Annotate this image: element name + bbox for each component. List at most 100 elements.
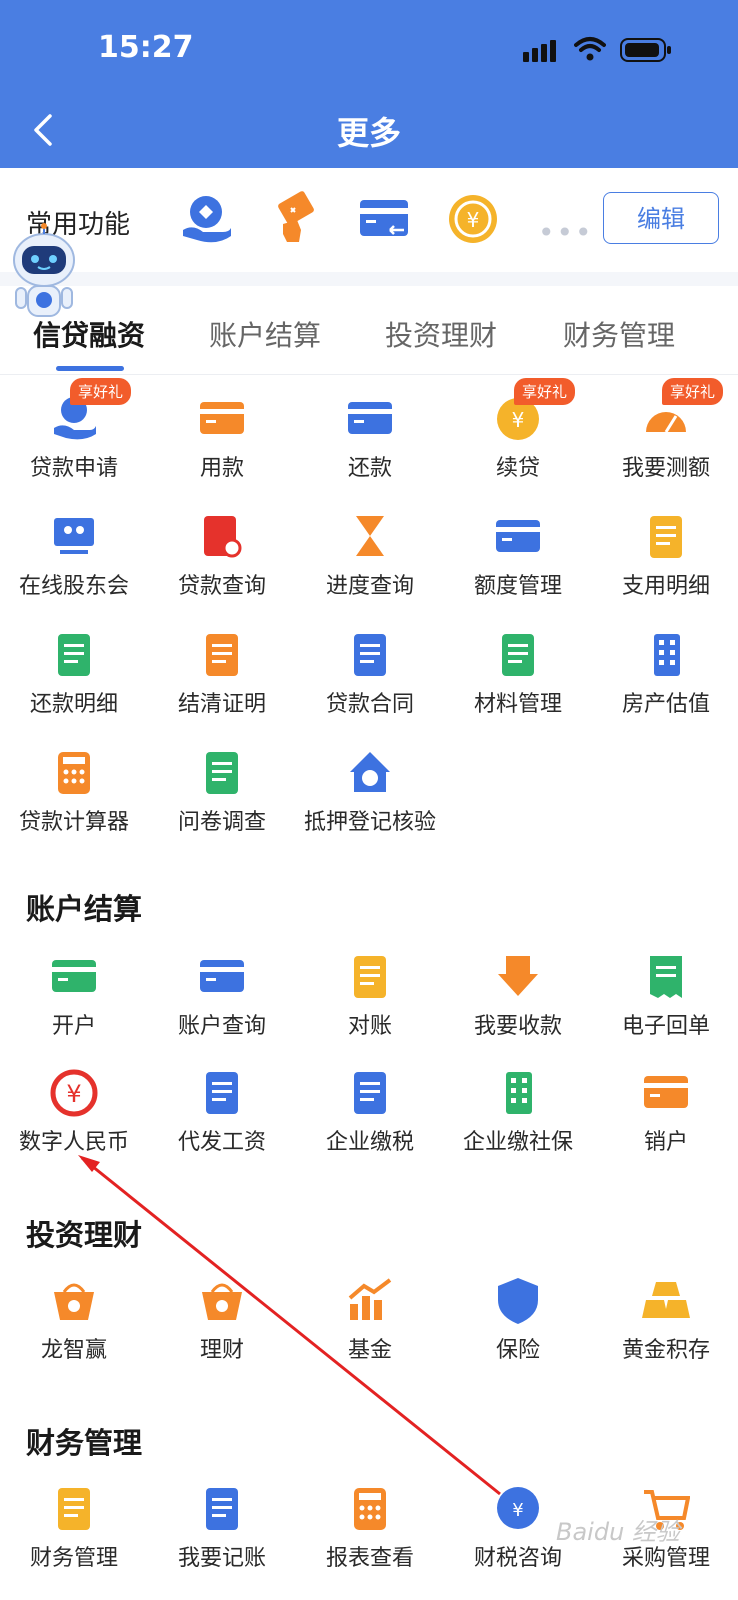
grid-item[interactable]: 开户: [0, 952, 148, 1062]
svg-text:¥: ¥: [512, 1500, 523, 1521]
grid-item[interactable]: 问卷调查: [148, 748, 296, 858]
more-dots: •••: [538, 216, 594, 249]
grid-item-label: 电子回单: [621, 1014, 710, 1039]
grid-item[interactable]: 财务管理: [0, 1484, 148, 1594]
grid-item[interactable]: 企业缴社保: [444, 1068, 592, 1178]
payroll-icon: [198, 1068, 246, 1118]
reconcile-icon: [346, 952, 394, 1002]
wealth-bag-icon: [198, 1276, 246, 1326]
grid-item[interactable]: 我要收款: [444, 952, 592, 1062]
grid-item[interactable]: 贷款查询: [148, 512, 296, 622]
tab-finance[interactable]: 财务管理: [544, 314, 694, 354]
svg-text:¥: ¥: [66, 1080, 81, 1108]
grid-item[interactable]: 我要测额 享好礼: [592, 378, 738, 504]
grid-item-label: 开户: [51, 1014, 96, 1039]
grid-item-label: 我要测额: [621, 456, 710, 481]
grid-item-label: 还款明细: [29, 692, 118, 717]
grid-item-label: 对账: [347, 1014, 392, 1039]
grid-item[interactable]: 我要记账: [148, 1484, 296, 1594]
svg-text:¥: ¥: [467, 208, 480, 232]
gift-badge: 享好礼: [514, 378, 576, 405]
grid-item[interactable]: 电子回单: [592, 952, 738, 1062]
grid-item[interactable]: 企业缴税: [296, 1068, 444, 1178]
battery-icon: [620, 38, 671, 62]
renew-loan-icon[interactable]: ¥: [444, 190, 502, 248]
grid-item[interactable]: 保险: [444, 1276, 592, 1386]
grid-item[interactable]: 用款: [148, 394, 296, 504]
grid-item[interactable]: 代发工资: [148, 1068, 296, 1178]
grid-item[interactable]: 贷款申请 享好礼: [0, 378, 148, 504]
grid-item-label: 材料管理: [473, 692, 562, 717]
divider: [0, 272, 738, 286]
usage-doc-icon: [642, 512, 690, 562]
meeting-screen-icon: [50, 512, 98, 562]
grid-item[interactable]: 龙智赢: [0, 1276, 148, 1386]
tab-invest[interactable]: 投资理财: [366, 314, 516, 354]
section-title-invest: 投资理财: [26, 1218, 143, 1252]
grid-item[interactable]: 还款: [296, 394, 444, 504]
grid-item[interactable]: 销户: [592, 1068, 738, 1178]
status-time: 15:27: [98, 30, 194, 65]
hourglass-icon: [346, 512, 394, 562]
calculator-icon: [50, 748, 98, 798]
quota-card-icon: [494, 512, 542, 562]
digital-rmb-icon: ¥: [50, 1068, 98, 1118]
grid-item-label: 房产估值: [621, 692, 710, 717]
building-icon: [642, 630, 690, 680]
grid-item-label: 进度查询: [325, 574, 414, 599]
wallet-search-icon: [198, 952, 246, 1002]
grid-item[interactable]: 基金: [296, 1276, 444, 1386]
grid-item[interactable]: 支用明细: [592, 512, 738, 622]
grid-item-label: 用款: [199, 456, 244, 481]
report-icon: [346, 1484, 394, 1534]
bookkeeping-icon: [198, 1484, 246, 1534]
grid-item[interactable]: 材料管理: [444, 630, 592, 740]
grid-item[interactable]: 理财: [148, 1276, 296, 1386]
grid-item[interactable]: ¥ 数字人民币: [0, 1068, 148, 1178]
loan-apply-icon[interactable]: [177, 190, 235, 248]
finance-doc-icon: [50, 1484, 98, 1534]
grid-item[interactable]: 贷款合同: [296, 630, 444, 740]
grid-item-label: 支用明细: [621, 574, 710, 599]
grid-item[interactable]: 抵押登记核验: [296, 748, 444, 858]
grid-item[interactable]: 账户查询: [148, 952, 296, 1062]
grid-item-label: 黄金积存: [621, 1338, 710, 1363]
section-title-finance: 财务管理: [26, 1426, 143, 1460]
grid-item[interactable]: 进度查询: [296, 512, 444, 622]
grid-item[interactable]: 房产估值: [592, 630, 738, 740]
use-funds-icon[interactable]: [267, 190, 325, 248]
edit-button[interactable]: 编辑: [603, 192, 719, 244]
grid-item-label: 龙智赢: [40, 1338, 107, 1363]
grid-item-label: 在线股东会: [18, 574, 129, 599]
grid-item[interactable]: 黄金积存: [592, 1276, 738, 1386]
grid-item-label: 贷款申请: [29, 456, 118, 481]
grid-item-label: 贷款查询: [177, 574, 266, 599]
category-tabs: 信贷融资 账户结算 投资理财 财务管理: [0, 286, 738, 375]
tab-account[interactable]: 账户结算: [190, 314, 340, 354]
mortgage-house-icon: [346, 748, 394, 798]
grid-item-label: 我要收款: [473, 1014, 562, 1039]
grid-item[interactable]: 结清证明: [148, 630, 296, 740]
grid-item[interactable]: 额度管理: [444, 512, 592, 622]
page-title: 更多: [336, 114, 401, 152]
grid-item-label: 数字人民币: [18, 1130, 129, 1155]
survey-icon: [198, 748, 246, 798]
robot-assistant-icon[interactable]: [6, 222, 82, 326]
grid-item-label: 销户: [643, 1130, 688, 1155]
app-header: 15:27 更多: [0, 0, 738, 168]
grid-item-label: 代发工资: [177, 1130, 266, 1155]
grid-item[interactable]: 报表查看: [296, 1484, 444, 1594]
grid-item[interactable]: 还款明细: [0, 630, 148, 740]
grid-item[interactable]: 贷款计算器: [0, 748, 148, 858]
watermark: Baidu 经验: [556, 1518, 680, 1546]
repay-card-icon[interactable]: [356, 190, 414, 248]
repay-doc-icon: [50, 630, 98, 680]
grid-item[interactable]: 在线股东会: [0, 512, 148, 622]
grid-item-label: 基金: [347, 1338, 392, 1363]
open-account-icon: [50, 952, 98, 1002]
grid-item-label: 结清证明: [177, 692, 266, 717]
grid-item[interactable]: ¥ 续贷 享好礼: [444, 378, 592, 504]
grid-item-label: 报表查看: [325, 1546, 414, 1571]
grid-item[interactable]: 对账: [296, 952, 444, 1062]
fund-chart-icon: [346, 1276, 394, 1326]
